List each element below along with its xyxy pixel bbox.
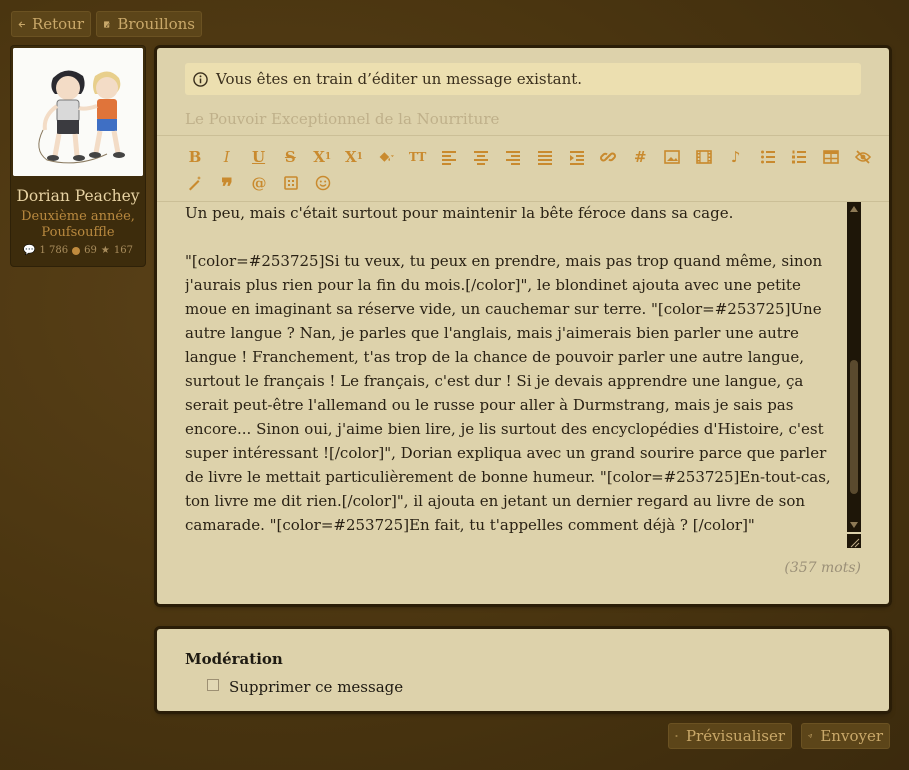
preview-button-label: Prévisualiser (685, 727, 785, 745)
quote-icon[interactable]: ❞ (211, 166, 243, 200)
align-left-icon[interactable] (434, 144, 466, 170)
subscript-icon[interactable]: X1 (306, 144, 338, 170)
at-icon[interactable]: @ (243, 170, 275, 196)
underline-icon[interactable]: U (243, 144, 275, 170)
avatar-illustration (13, 48, 143, 176)
message-count: 1 786 (39, 245, 69, 256)
scrollbar-thumb[interactable] (850, 360, 858, 494)
delete-message-label[interactable]: Supprimer ce message (229, 679, 403, 695)
arrow-left-icon (18, 21, 25, 27)
back-button-label: Retour (31, 15, 84, 33)
moderation-title: Modération (185, 650, 283, 668)
author-role-line2: Poufsouffle (41, 225, 115, 240)
author-profile-card: Dorian Peachey Deuxième année, Poufsouff… (11, 46, 145, 266)
word-count: (357 mots) (784, 560, 861, 576)
author-name[interactable]: Dorian Peachey (11, 187, 145, 205)
comment-icon: 💬 (23, 245, 36, 256)
resize-handle[interactable] (847, 534, 861, 548)
scroll-up-arrow-icon[interactable] (850, 206, 858, 212)
drafts-button[interactable]: Brouillons (96, 11, 202, 37)
music-note-icon[interactable]: ♪ (720, 144, 752, 170)
indent-icon[interactable] (561, 144, 593, 170)
avatar[interactable] (13, 48, 143, 176)
points-icon (72, 246, 81, 255)
author-role-line1: Deuxième année, (21, 209, 135, 224)
send-button[interactable]: Envoyer (801, 723, 890, 749)
preview-button[interactable]: Prévisualiser (668, 723, 792, 749)
eye-icon (675, 735, 678, 737)
align-justify-icon[interactable] (529, 144, 561, 170)
points-count: 69 (84, 245, 97, 256)
strikethrough-icon[interactable]: S (274, 144, 306, 170)
film-icon[interactable] (688, 144, 720, 170)
magic-wand-icon[interactable] (179, 170, 211, 196)
star-icon: ★ (100, 245, 110, 256)
info-icon (193, 71, 208, 87)
paper-plane-icon (808, 733, 813, 739)
edit-notice-text: Vous êtes en train d’éditer un message e… (216, 70, 583, 88)
spoiler-icon[interactable] (275, 170, 307, 196)
align-right-icon[interactable] (497, 144, 529, 170)
eye-slash-icon[interactable] (847, 144, 879, 170)
author-stats: 💬 1 786 69 ★ 167 (11, 245, 145, 256)
drafts-button-label: Brouillons (117, 15, 195, 33)
edit-notice: Vous êtes en train d’éditer un message e… (185, 63, 861, 95)
bold-icon[interactable]: B (179, 144, 211, 170)
back-button[interactable]: Retour (11, 11, 91, 37)
star-count: 167 (113, 245, 133, 256)
link-icon[interactable] (593, 144, 625, 170)
scroll-down-arrow-icon[interactable] (850, 522, 858, 528)
message-textarea[interactable]: Un peu, mais c'était surtout pour mainte… (185, 201, 845, 546)
font-size-icon[interactable]: TT (402, 144, 434, 170)
image-icon[interactable] (656, 144, 688, 170)
smiley-icon[interactable] (307, 170, 339, 196)
table-icon[interactable] (815, 144, 847, 170)
author-role: Deuxième année, Poufsouffle (11, 209, 145, 241)
hashtag-icon[interactable]: # (624, 144, 656, 170)
editor-toolbar: B I U S X1 X1 TT # ♪ ❞ @ (179, 144, 879, 198)
superscript-icon[interactable]: X1 (338, 144, 370, 170)
send-button-label: Envoyer (820, 727, 883, 745)
delete-message-checkbox[interactable] (207, 679, 219, 691)
align-center-icon[interactable] (465, 144, 497, 170)
drafts-icon (104, 20, 111, 28)
bullet-list-icon[interactable] (752, 144, 784, 170)
message-body: "[color=#253725]Si tu veux, tu peux en p… (185, 252, 836, 534)
editor-panel: Vous êtes en train d’éditer un message e… (157, 48, 889, 604)
message-first-line: Un peu, mais c'était surtout pour mainte… (185, 204, 734, 222)
numbered-list-icon[interactable] (783, 144, 815, 170)
paint-bucket-icon[interactable] (370, 144, 402, 170)
post-title-input[interactable]: Le Pouvoir Exceptionnel de la Nourriture (185, 110, 499, 128)
moderation-panel: Modération Supprimer ce message (157, 629, 889, 711)
textarea-scrollbar[interactable] (847, 202, 861, 532)
divider (157, 135, 889, 136)
